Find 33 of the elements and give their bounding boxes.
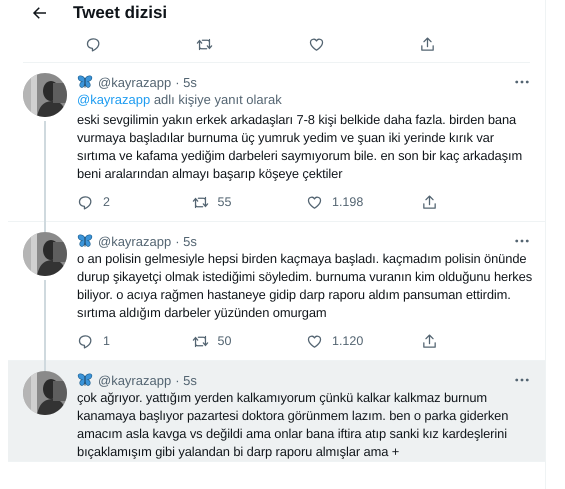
tweet-text: eski sevgilimin yakın erkek arkadaşları 7-8 kişi belkide daha fazla. birden bana vurmaya başladılar burnuma üç yumruk yedim ve şuan iki yerinde kırık var sırtıma ve kafama yediğim darbeleri saymıyorum bile. en son bir kaç arkadaşım beni aralarından almayı başarıp köşeye çektiler [77, 111, 524, 183]
reply-icon[interactable] [85, 36, 102, 52]
heart-icon[interactable] [306, 332, 323, 350]
tweet-card[interactable] [8, 361, 545, 462]
timestamp[interactable]: · 5s [175, 74, 197, 90]
user-handle[interactable]: @kayrazapp [98, 372, 172, 388]
more-icon[interactable] [515, 378, 529, 382]
like-count: 1.120 [332, 334, 364, 348]
heart-icon[interactable] [308, 36, 324, 52]
reply-note: adlı kişiye yanıt olarak [154, 92, 282, 107]
share-icon[interactable] [420, 194, 438, 210]
reply-count: 1 [103, 334, 110, 348]
timestamp[interactable]: · 5s [175, 234, 197, 248]
tweet-text: o an polisin gelmesiyle hepsi birden kaçmaya başladı. kaçmadım polisin önünde durup şikayetçi olmak istediğimi söyledim. burnuma vuranın kim olduğunu herkes biliyor. o acıya rağmen hastaneye gidip darp raporu aldım pansuman ettirdim. sırtıma aldığım darbeler yüzünden omurgam [77, 250, 534, 322]
heart-icon[interactable] [306, 194, 323, 210]
reply-icon[interactable] [77, 194, 94, 210]
user-handle[interactable]: @kayrazapp [98, 74, 172, 90]
user-handle[interactable]: @kayrazapp [98, 234, 172, 248]
butterfly-icon [77, 74, 93, 90]
retweet-count: 50 [218, 334, 232, 348]
reply-count: 2 [103, 195, 110, 209]
share-icon[interactable] [418, 36, 436, 52]
page-title: Tweet dizisi [73, 3, 168, 23]
share-icon[interactable] [420, 332, 438, 350]
more-icon[interactable] [515, 80, 529, 84]
more-icon[interactable] [515, 239, 529, 243]
timestamp[interactable]: · 5s [175, 372, 197, 388]
like-count: 1.198 [332, 195, 364, 209]
tweet-text: çok ağrıyor. yattığım yerden kalkamıyorum çünkü kalkar kalkmaz burnum kanamaya başlıyor pazartesi doktora görünmem lazım. ben o parka giderken amacım asla kavga vs değildi ama onlar bana iftira atıp sanki kız kardeşlerini bıçaklamışım gibi yalandan bi darp raporu almışlar ama + [77, 389, 510, 461]
reply-icon[interactable] [77, 332, 94, 350]
butterfly-icon [77, 233, 93, 249]
retweet-count: 55 [218, 195, 232, 209]
butterfly-icon [77, 372, 93, 388]
